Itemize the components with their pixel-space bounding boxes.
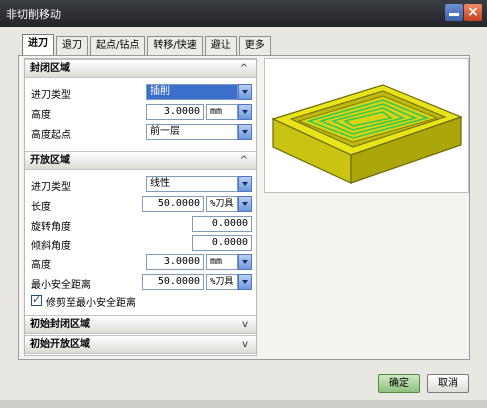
- initial-open-area-title: 初始开放区域: [30, 339, 90, 350]
- ramp-angle-label: 倾斜角度: [31, 241, 71, 252]
- closed-entry-type-select[interactable]: 插削: [146, 84, 238, 100]
- tab-bar: 进刀 退刀 起点/钻点 转移/快速 避让 更多: [22, 34, 273, 55]
- chevron-down-icon[interactable]: [238, 274, 252, 290]
- dialog-window: 非切削移动 × 进刀 退刀 起点/钻点 转移/快速 避让 更多 封闭区域 ^ 进…: [0, 0, 487, 408]
- tab-avoidance[interactable]: 避让: [204, 36, 237, 55]
- minimize-button[interactable]: [445, 4, 463, 21]
- tab-transfer-rapid[interactable]: 转移/快速: [147, 36, 203, 55]
- chevron-down-icon[interactable]: [238, 124, 252, 140]
- open-length-label: 长度: [31, 202, 51, 213]
- closed-height-from-label: 高度起点: [31, 130, 71, 141]
- tab-more[interactable]: 更多: [238, 36, 271, 55]
- closed-entry-type-label: 进刀类型: [31, 90, 71, 101]
- open-height-label: 高度: [31, 260, 51, 271]
- chevron-down-icon[interactable]: [238, 84, 252, 100]
- min-clearance-input[interactable]: 50.0000: [142, 274, 204, 290]
- open-height-unit[interactable]: mm: [206, 254, 238, 270]
- open-height-input[interactable]: 3.0000: [146, 254, 204, 270]
- collapse-icon[interactable]: ^: [240, 60, 248, 78]
- open-area-header[interactable]: 开放区域 ^: [25, 151, 256, 170]
- collapse-icon[interactable]: ^: [240, 152, 248, 170]
- chevron-down-icon[interactable]: [238, 104, 252, 120]
- open-area-title: 开放区域: [30, 155, 70, 166]
- closed-area-header[interactable]: 封闭区域 ^: [25, 59, 256, 78]
- open-entry-type-select[interactable]: 线性: [146, 176, 238, 192]
- open-entry-type-label: 进刀类型: [31, 182, 71, 193]
- chevron-down-icon[interactable]: [238, 196, 252, 212]
- min-clearance-unit[interactable]: %刀具: [206, 274, 238, 290]
- initial-closed-area-header[interactable]: 初始封闭区域 v: [25, 315, 256, 334]
- cancel-button[interactable]: 取消: [427, 374, 469, 393]
- rotation-angle-input[interactable]: 0.0000: [192, 216, 252, 232]
- tab-engage[interactable]: 进刀: [22, 34, 54, 55]
- closed-height-input[interactable]: 3.0000: [146, 104, 204, 120]
- rotation-angle-label: 旋转角度: [31, 222, 71, 233]
- closed-height-from-select[interactable]: 前一层: [146, 124, 238, 140]
- min-clearance-label: 最小安全距离: [31, 280, 91, 291]
- ramp-angle-input[interactable]: 0.0000: [192, 235, 252, 251]
- closed-height-label: 高度: [31, 110, 51, 121]
- open-length-unit[interactable]: %刀具: [206, 196, 238, 212]
- initial-closed-area-title: 初始封闭区域: [30, 319, 90, 330]
- title-bar: 非切削移动 ×: [0, 0, 487, 27]
- closed-area-title: 封闭区域: [30, 63, 70, 74]
- closed-height-unit[interactable]: mm: [206, 104, 238, 120]
- open-length-input[interactable]: 50.0000: [142, 196, 204, 212]
- window-title: 非切削移动: [6, 8, 61, 21]
- initial-open-area-header[interactable]: 初始开放区域 v: [25, 335, 256, 354]
- preview-image: [264, 58, 469, 193]
- tab-retract[interactable]: 退刀: [56, 36, 88, 55]
- trim-to-min-clearance-checkbox[interactable]: [31, 293, 42, 306]
- chevron-down-icon[interactable]: [238, 176, 252, 192]
- trim-to-min-clearance-label: 修剪至最小安全距离: [46, 298, 136, 309]
- ok-button[interactable]: 确定: [378, 374, 420, 393]
- tab-start-drill-points[interactable]: 起点/钻点: [90, 36, 146, 55]
- expand-icon[interactable]: v: [242, 316, 248, 334]
- settings-panel: 封闭区域 ^ 进刀类型 插削 高度 3.0000 mm 高度起点 前一层 开放区…: [24, 58, 257, 356]
- chevron-down-icon[interactable]: [238, 254, 252, 270]
- bottom-strip: [0, 400, 487, 408]
- close-button[interactable]: ×: [464, 4, 482, 21]
- expand-icon[interactable]: v: [242, 336, 248, 354]
- pocket-part-illustration: [271, 84, 463, 184]
